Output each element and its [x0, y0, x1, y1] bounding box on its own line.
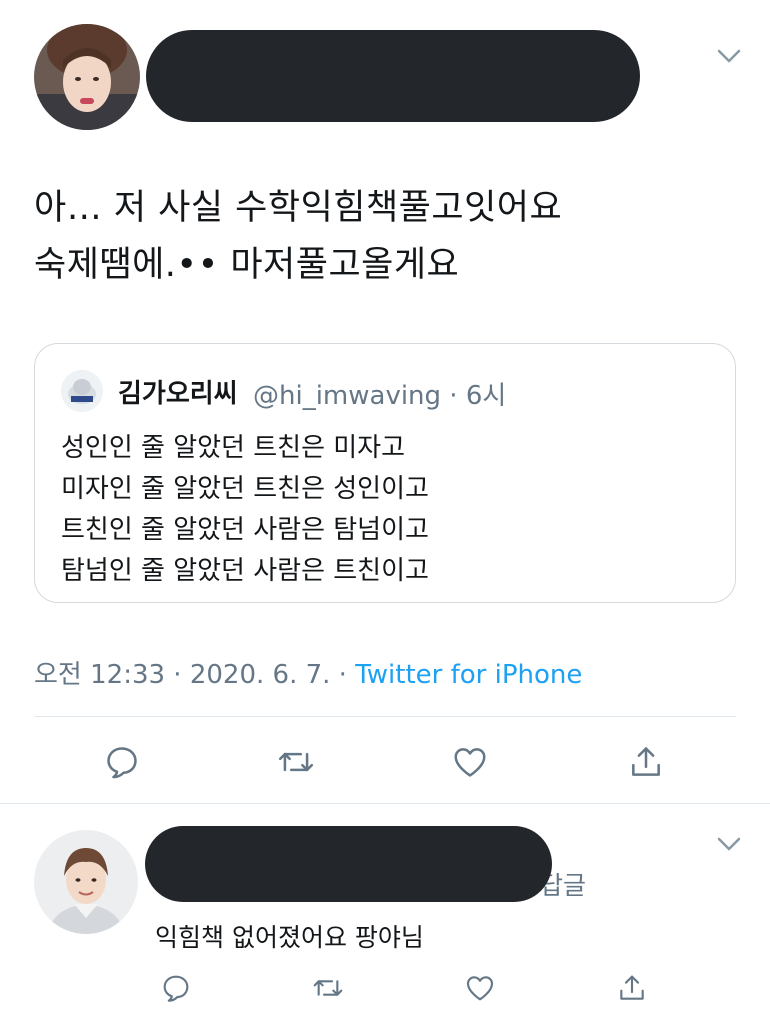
share-icon — [620, 975, 644, 1000]
quoted-author-name: 김가오리씨 — [118, 379, 238, 409]
reply-text: 익힘책 없어졌어요 팡야님 — [155, 923, 424, 952]
reply-button[interactable] — [156, 970, 196, 1006]
share-button[interactable] — [612, 970, 652, 1006]
quoted-author-avatar — [61, 370, 103, 412]
like-button[interactable] — [460, 970, 500, 1006]
share-button[interactable] — [622, 740, 670, 784]
tweet-source-link[interactable]: Twitter for iPhone — [355, 660, 582, 690]
divider — [34, 716, 736, 717]
quoted-tweet-text: 성인인 줄 알았던 트친은 미자고 미자인 줄 알았던 트친은 성인이고 트친인… — [61, 428, 429, 592]
retweet-button[interactable] — [272, 740, 320, 784]
share-icon — [632, 747, 660, 776]
chevron-down-icon[interactable] — [714, 46, 744, 66]
heart-icon — [454, 748, 486, 777]
tweet-text: 아… 저 사실 수학익힘책풀고잇어요 숙제땜에.•• 마저풀고올게요 — [34, 180, 734, 294]
quoted-text-line: 트친인 줄 알았던 사람은 탐넘이고 — [61, 515, 429, 545]
quoted-author-handle-time: @hi_imwaving · 6시 — [253, 381, 507, 411]
reply-icon — [107, 747, 137, 779]
quoted-text-line: 성인인 줄 알았던 트친은 미자고 — [61, 433, 406, 463]
tweet-text-line: 아… 저 사실 수학익힘책풀고잇어요 — [34, 188, 563, 228]
tweet-text-line: 숙제땜에.•• 마저풀고올게요 — [34, 245, 460, 285]
tweet-timestamp: 오전 12:33 · 2020. 6. 7. · — [34, 660, 356, 690]
reply-button[interactable] — [98, 740, 146, 784]
reply-author-avatar[interactable] — [34, 830, 138, 934]
reply-icon — [163, 975, 189, 1002]
quoted-text-line: 탐넘인 줄 알았던 사람은 트친이고 — [61, 556, 429, 586]
tweet-separator — [0, 803, 770, 804]
tweet-meta: 오전 12:33 · 2020. 6. 7. · Twitter for iPh… — [34, 654, 582, 691]
chevron-down-icon[interactable] — [714, 834, 744, 854]
retweet-button[interactable] — [308, 970, 348, 1006]
retweet-icon — [278, 752, 314, 772]
heart-icon — [466, 976, 494, 1001]
author-avatar[interactable] — [34, 24, 140, 130]
quoted-tweet-card[interactable]: 김가오리씨 @hi_imwaving · 6시 성인인 줄 알았던 트친은 미자… — [34, 343, 736, 603]
like-button[interactable] — [446, 740, 494, 784]
quoted-text-line: 미자인 줄 알았던 트친은 성인이고 — [61, 474, 429, 504]
redacted-author-name — [146, 30, 640, 122]
retweet-icon — [313, 980, 343, 996]
redacted-reply-author — [145, 826, 552, 902]
